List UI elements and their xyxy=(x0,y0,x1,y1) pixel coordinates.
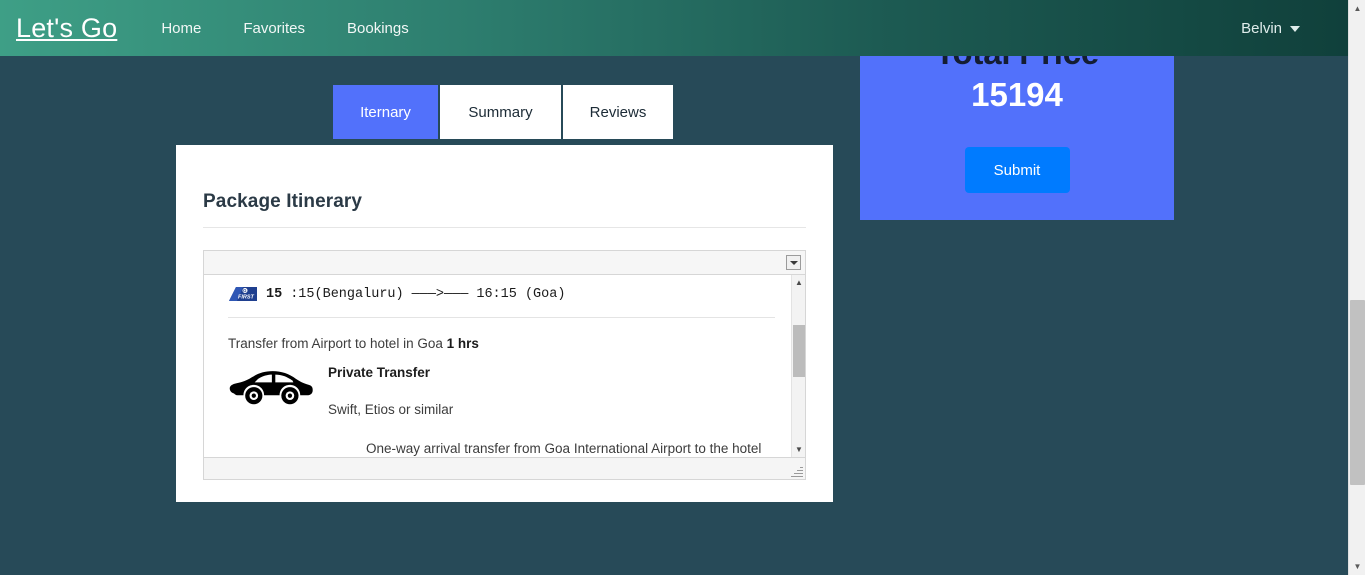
itinerary-tabs: Iternary Summary Reviews xyxy=(333,85,675,139)
panel-titlebar xyxy=(204,251,805,275)
flight-arrive-detail: 16:15 (Goa) xyxy=(476,287,566,302)
top-navbar: Let's Go Home Favorites Bookings Belvin xyxy=(0,0,1348,56)
panel-body: G FIRST 15 :15(Bengaluru) ———>——— 16:15 (… xyxy=(204,275,805,457)
page-title: Package Itinerary xyxy=(203,191,363,212)
page-scroll-up-icon[interactable]: ▲ xyxy=(1349,0,1365,17)
submit-button[interactable]: Submit xyxy=(964,147,1070,193)
transfer-details: Private Transfer Swift, Etios or similar… xyxy=(226,363,777,457)
scroll-up-icon[interactable]: ▲ xyxy=(792,275,805,290)
transfer-headline-text: Transfer from Airport to hotel in Goa xyxy=(228,336,447,351)
nav-link-favorites[interactable]: Favorites xyxy=(243,20,305,37)
caret-down-icon[interactable] xyxy=(786,255,801,270)
tab-iternary[interactable]: Iternary xyxy=(333,85,438,139)
svg-text:FIRST: FIRST xyxy=(238,295,255,301)
scroll-down-icon[interactable]: ▼ xyxy=(792,442,805,457)
panel-footer xyxy=(204,457,805,479)
nav-link-home[interactable]: Home xyxy=(161,20,201,37)
user-menu-label: Belvin xyxy=(1241,19,1282,37)
itinerary-embedded-panel: G FIRST 15 :15(Bengaluru) ———>——— 16:15 (… xyxy=(203,250,806,480)
chevron-down-icon xyxy=(1290,26,1300,32)
go-first-airline-logo: G FIRST xyxy=(229,287,257,301)
svg-text:G: G xyxy=(243,288,247,293)
nav-link-bookings[interactable]: Bookings xyxy=(347,20,409,37)
flight-depart-hour: 15 xyxy=(266,287,283,302)
resize-grip-icon[interactable] xyxy=(790,465,803,478)
brand-logo[interactable]: Let's Go xyxy=(16,13,117,44)
transfer-title: Private Transfer xyxy=(328,365,431,380)
transfer-headline: Transfer from Airport to hotel in Goa 1 … xyxy=(226,336,777,351)
page-scrollbar[interactable]: ▲ ▼ xyxy=(1348,0,1365,575)
transfer-description-wrap: One-way arrival transfer from Goa Intern… xyxy=(366,439,768,457)
transfer-description: One-way arrival transfer from Goa Intern… xyxy=(366,441,762,456)
page-scrollbar-thumb[interactable] xyxy=(1350,300,1365,485)
page-scroll-down-icon[interactable]: ▼ xyxy=(1349,558,1365,575)
car-icon xyxy=(229,371,313,405)
flight-summary-row: G FIRST 15 :15(Bengaluru) ———>——— 16:15 (… xyxy=(226,285,777,304)
flight-divider xyxy=(228,317,775,318)
title-divider xyxy=(203,227,806,228)
transfer-vehicle: Swift, Etios or similar xyxy=(328,402,454,417)
tab-reviews[interactable]: Reviews xyxy=(563,85,673,139)
tab-summary[interactable]: Summary xyxy=(440,85,561,139)
total-price-value: 15194 xyxy=(971,76,1063,113)
scrollbar-thumb[interactable] xyxy=(793,325,805,377)
itinerary-card: Package Itinerary G FIRST 15:15(Bengalu… xyxy=(176,145,833,502)
primary-nav: Home Favorites Bookings xyxy=(161,20,408,37)
flight-depart-detail: :15(Bengaluru) xyxy=(290,287,404,302)
user-menu[interactable]: Belvin xyxy=(1241,20,1326,37)
transfer-text-block: Private Transfer Swift, Etios or similar… xyxy=(328,363,768,457)
panel-scroll-content: G FIRST 15 :15(Bengaluru) ———>——— 16:15 (… xyxy=(204,275,791,457)
transfer-duration: 1 hrs xyxy=(446,336,479,351)
panel-scrollbar[interactable]: ▲ ▼ xyxy=(791,275,805,457)
flight-arrow: ———>——— xyxy=(411,287,469,302)
